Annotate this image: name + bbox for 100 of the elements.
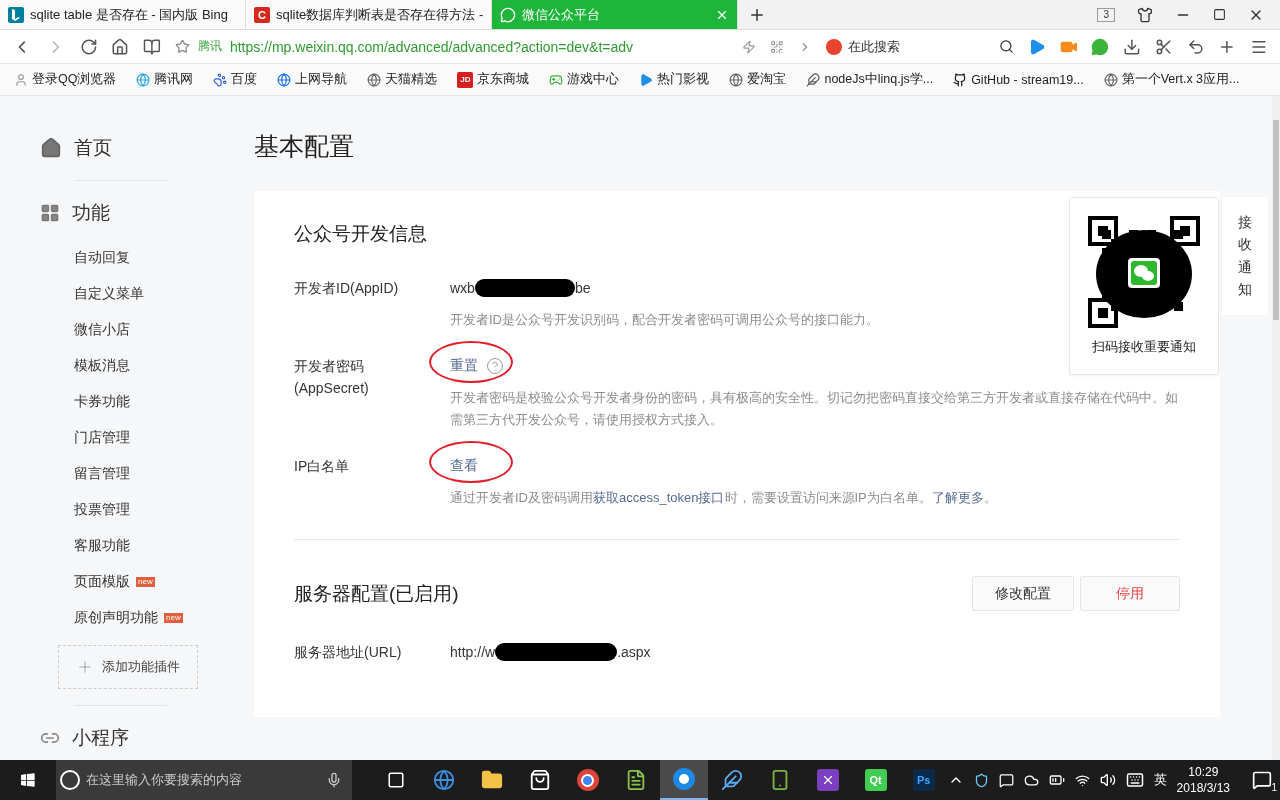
nav-item[interactable]: 微信小店 [0,311,254,347]
bookmark-link[interactable]: 第一个Vert.x 3应用... [1121,71,1240,88]
search-field[interactable]: 在此搜索 [847,37,900,56]
wifi-icon[interactable] [1074,772,1090,788]
lightning-icon[interactable] [742,39,757,54]
notification-icon[interactable] [1252,770,1272,790]
globe-icon [1103,72,1118,87]
visual-studio-icon[interactable] [816,769,839,791]
nav-item[interactable]: 原创声明功能 new [0,599,254,635]
nav-item[interactable]: 客服功能 [0,527,254,563]
bookmark-link[interactable]: 游戏中心 [567,71,620,88]
search-icon[interactable] [998,39,1014,54]
action-link[interactable]: 查看 [450,457,478,475]
field-label: IP白名单 [294,457,351,476]
bookmark-link[interactable]: 百度 [231,71,258,88]
hint-text: 通过开发者ID及密码调用获取access_token接口 时，需要设置访问来源IP为白名单。了解更多。 [450,489,998,507]
gamepad-icon [549,72,564,87]
nav-item[interactable]: 卡券功能 [0,383,254,419]
tab-count[interactable]: 3 [1097,7,1115,22]
nav-item[interactable]: 模板消息 [0,347,254,383]
nav-item[interactable]: 自定义菜单 [0,275,254,311]
address-field[interactable]: https://mp.weixin.qq.com/advanced/advanced?action=dev&t=adv [229,38,634,55]
hint-link[interactable]: 了解更多 [931,490,984,505]
cloud-icon[interactable] [1023,772,1039,788]
reader-icon[interactable] [143,37,161,56]
taskbar-search-field[interactable]: 在这里输入你要搜索的内容 [55,760,352,800]
nav-item[interactable]: 留言管理 [0,455,254,491]
bookmark-link[interactable]: 爱淘宝 [747,71,787,88]
nav-section-title[interactable]: 首页 [74,135,112,161]
bookmark-link[interactable]: nodeJs中linq.js学... [824,71,934,88]
bookmark-link[interactable]: GitHub - stream19... [971,72,1084,87]
help-icon[interactable] [486,357,504,375]
folder-icon[interactable] [480,769,503,791]
add-plugin-button[interactable]: 添加功能插件 [58,645,198,689]
scissors-icon[interactable] [1154,37,1173,56]
feather-icon[interactable] [720,769,743,791]
undo-icon[interactable] [1186,37,1205,56]
bookmark-link[interactable]: 腾讯网 [154,71,194,88]
bookmark-link[interactable]: 登录QQ浏览器 [32,71,117,88]
section-title: 公众号开发信息 [294,222,427,246]
windows-start-icon[interactable] [21,772,35,788]
home-icon[interactable] [111,37,130,56]
search-engine-icon[interactable] [825,38,842,55]
browser-tab[interactable]: sqlite table 是否存在 - 国内版 Bing [0,0,246,29]
nav-item[interactable]: 投票管理 [0,491,254,527]
scrollbar-thumb[interactable] [1273,120,1279,320]
page-title: 基本配置 [254,131,355,162]
maximize-icon[interactable] [1213,8,1226,21]
paw-icon [213,72,228,87]
wechat-icon [500,6,516,23]
bookmark-link[interactable]: 京东商城 [477,71,530,88]
chrome-icon[interactable] [576,769,599,791]
reload-icon[interactable] [79,37,98,56]
shield-icon[interactable] [973,772,989,788]
skin-icon[interactable] [1137,6,1153,23]
nav-item[interactable]: 页面模版 new [0,563,254,599]
new-badge: new [164,613,183,624]
user-icon [14,72,28,87]
home-icon [40,137,62,159]
bookmark-link[interactable]: 热门影视 [657,71,710,88]
field-value: .aspx [617,644,651,660]
disable-button[interactable]: 停用 [1080,576,1180,611]
photoshop-icon[interactable]: Ps [912,769,935,791]
keyboard-icon[interactable] [1125,771,1144,789]
store-icon[interactable] [528,769,551,791]
task-view-icon[interactable] [386,771,405,789]
nav-item[interactable]: 门店管理 [0,419,254,455]
globe-icon [367,72,382,87]
hint-link[interactable]: 获取access_token接口 [593,490,725,505]
globe-icon [136,72,151,87]
new-badge: new [136,577,155,588]
battery-icon[interactable] [1048,772,1065,788]
browser-tab[interactable]: C sqlite数据库判断表是否存在得方法 - [246,0,492,29]
github-icon [953,72,968,87]
hint-text: 开发者密码是校验公众号开发者身份的密码，具有极高的安全性。切记勿把密码直接交给第三方开发者或直接存储在代码中。如需第三方代开发公众号，请使用授权方式接入。 [450,389,1179,429]
nav-item[interactable]: 自动回复 [0,239,254,275]
clock[interactable]: 10:29 2018/3/13 [1176,764,1230,796]
notify-tab[interactable]: 接收通知 [1222,197,1268,315]
ie-icon [277,72,292,87]
edit-config-button[interactable]: 修改配置 [972,576,1074,611]
bookmark-link[interactable]: 天猫精选 [385,71,438,88]
action-link[interactable]: 重置 [450,357,478,375]
nav-section-title[interactable]: 功能 [72,200,110,226]
taskbar-app[interactable]: Ps [899,760,948,800]
download-icon[interactable] [1123,37,1141,56]
field-value: wxb [450,280,475,296]
plus-icon [76,658,94,676]
nav-section-title[interactable]: 小程序 [72,725,129,751]
browser-icon[interactable] [672,768,695,790]
edge-icon[interactable] [432,769,455,791]
star-icon[interactable] [174,39,190,54]
field-value: http://w [450,644,496,660]
bookmark-link[interactable]: 上网导航 [295,71,348,88]
taskbar-app[interactable] [659,760,708,800]
volume-icon[interactable] [1099,772,1116,788]
ime-indicator[interactable]: 英 [1153,771,1167,789]
qr-icon[interactable] [770,39,785,54]
field-label: 开发者密码(AppSecret) [294,357,370,398]
play-icon [639,72,654,87]
globe-icon [729,72,744,87]
